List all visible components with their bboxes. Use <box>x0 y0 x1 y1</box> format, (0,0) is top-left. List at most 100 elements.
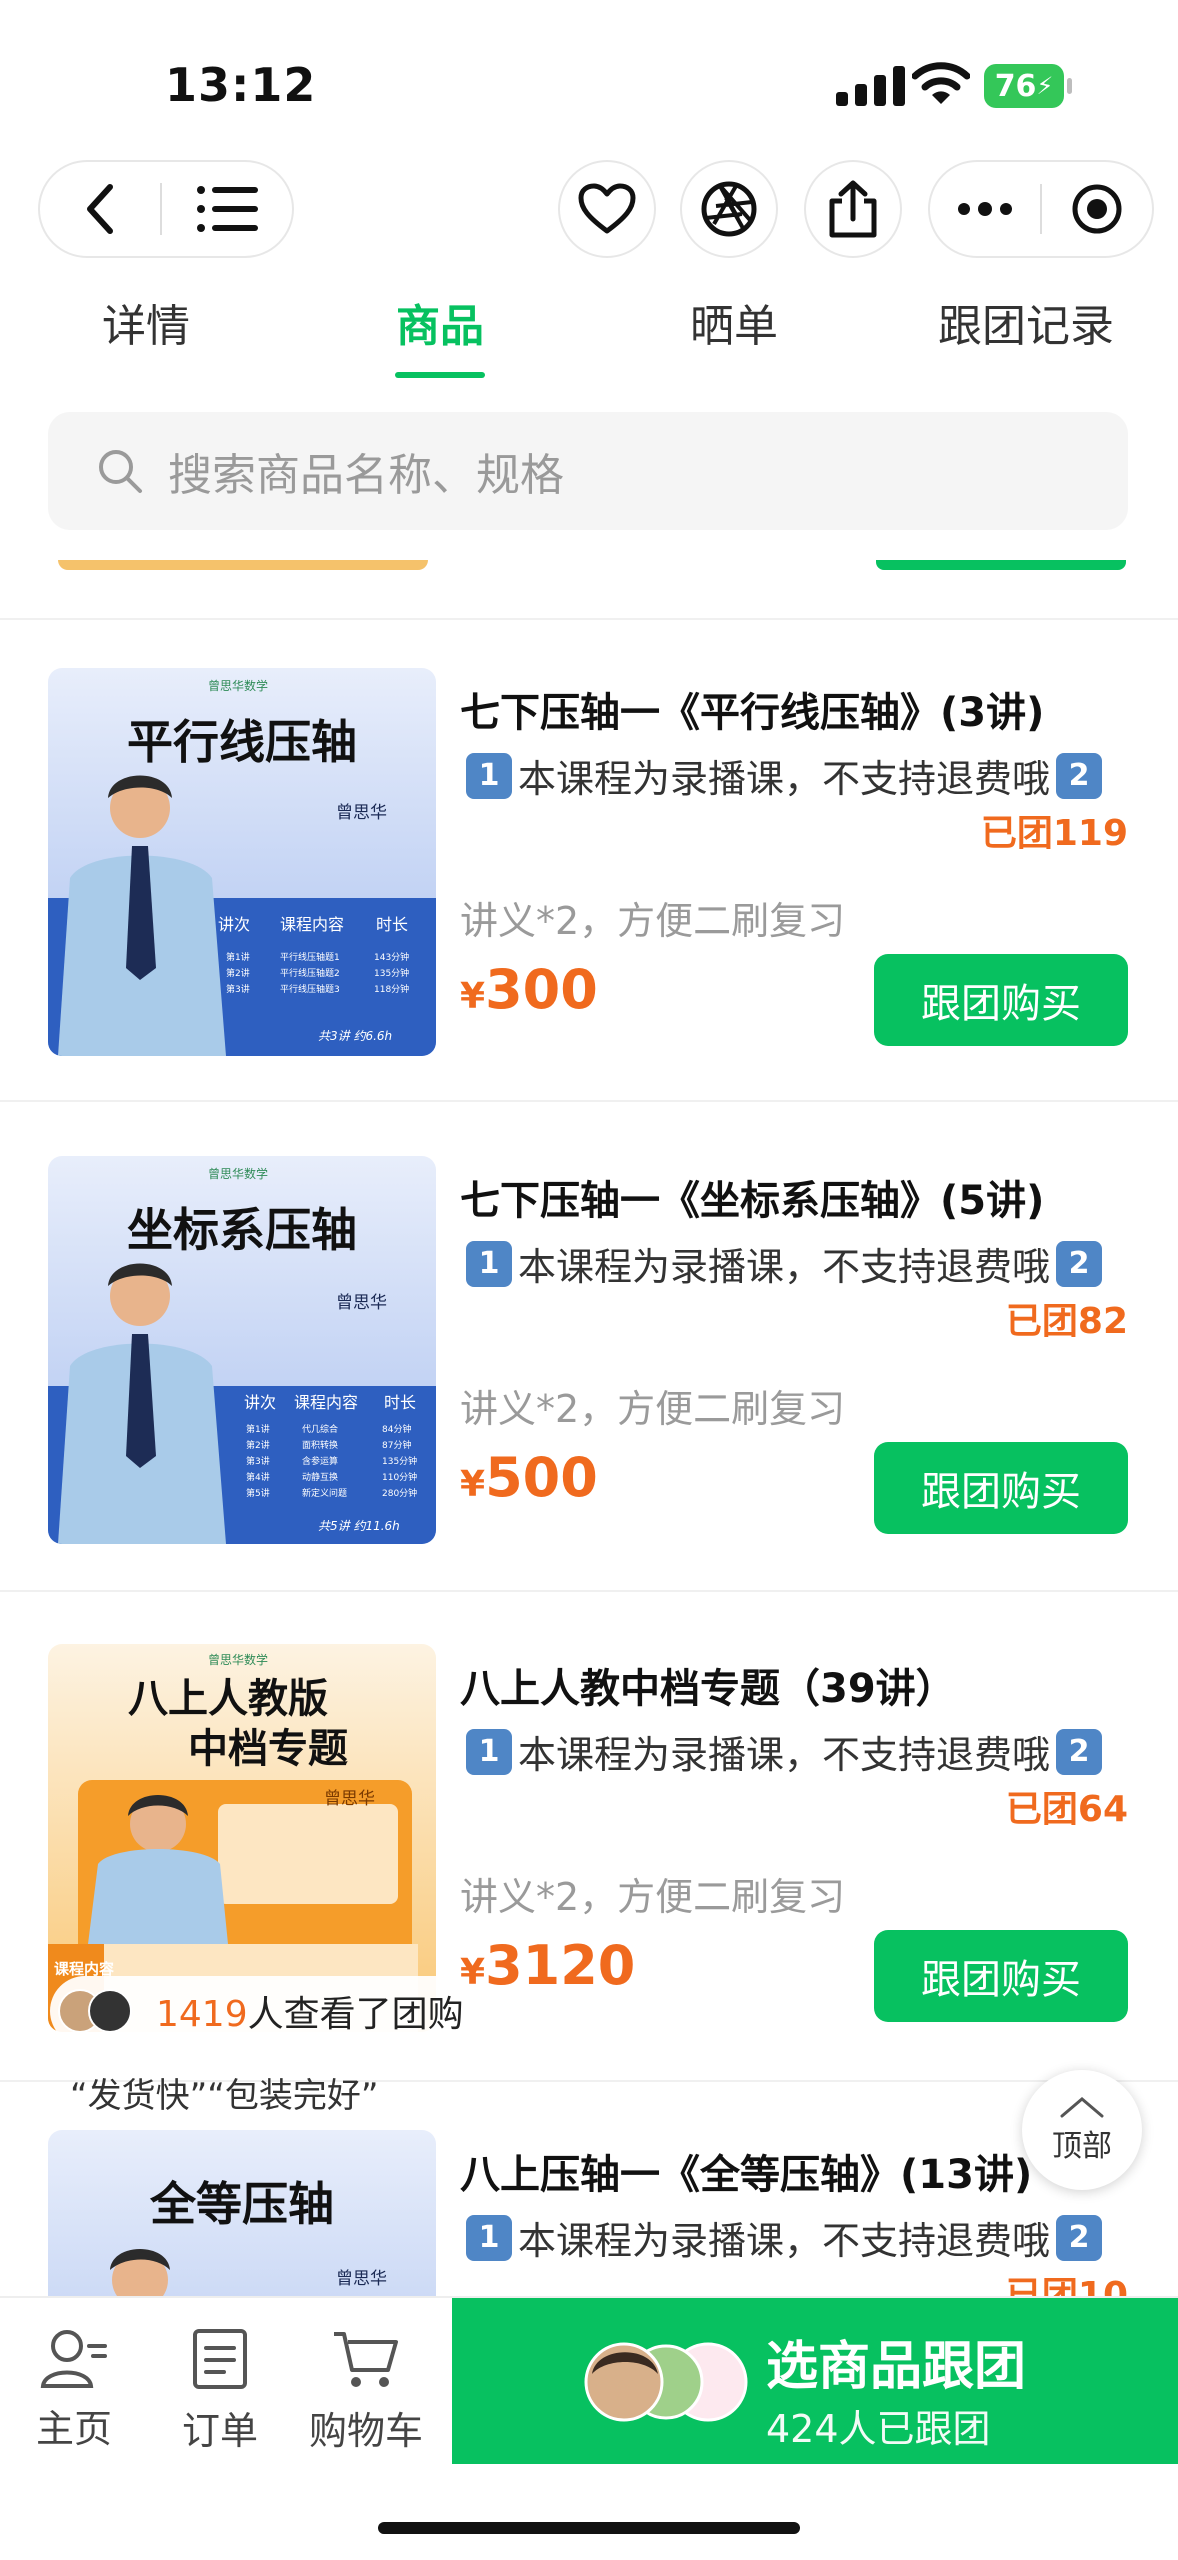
brand-logo: 曾思华数学 <box>208 1166 268 1181</box>
review-quote: “发货快”“包装完好” <box>70 2076 379 2116</box>
product-thumbnail: 全等压轴 曾思华 <box>48 2130 436 2296</box>
teacher-name: 曾思华 <box>324 1789 375 1809</box>
teacher-name: 曾思华 <box>336 1293 387 1313</box>
viewer-text: 1419人查看了团购 <box>156 1985 464 2037</box>
nav-home[interactable]: 主页 <box>4 2328 144 2453</box>
share-moments-button[interactable] <box>680 160 778 258</box>
thumbnail-footer: 共3讲 约6.6h <box>318 1029 392 1043</box>
close-mini-program-button[interactable] <box>1042 161 1152 257</box>
description-text: 本课程为录播课，不支持退费哦 <box>518 2219 1051 2263</box>
product-thumbnail: 曾思华数学 八上人教版 中档专题 曾思华 课程内容 <box>48 1644 436 2032</box>
top-navigation <box>0 160 1178 260</box>
product-card[interactable]: 全等压轴 曾思华 八上压轴一《全等压轴》(13讲) 1 本课程为录播课，不支持退费… <box>0 2098 1178 2296</box>
chevron-left-icon <box>87 184 113 234</box>
viewer-count-badge: 1419人查看了团购 <box>50 1976 480 2046</box>
table-cell: 新定义问题 <box>302 1487 347 1499</box>
heart-icon <box>578 183 636 234</box>
group-count: 已团82 <box>1005 1301 1128 1342</box>
thumbnail-footer: 共5讲 约11.6h <box>318 1519 400 1533</box>
more-icon <box>958 202 1012 216</box>
signal-icon <box>836 66 905 106</box>
product-description: 1 本课程为录播课，不支持退费哦 2 <box>460 1724 1108 1779</box>
previous-item-button-edge[interactable] <box>876 560 1126 570</box>
charging-icon: ⚡ <box>1036 72 1054 100</box>
price-value: 300 <box>485 958 598 1021</box>
product-card[interactable]: 曾思华数学 平行线压轴 曾思华 讲次 课程内容 时长 第1讲 平行线压轴题1 1… <box>0 636 1178 1076</box>
table-cell: 面积转换 <box>302 1439 338 1451</box>
share-button[interactable] <box>804 160 902 258</box>
home-indicator <box>378 2522 800 2534</box>
price-value: 500 <box>485 1446 598 1509</box>
thumbnail-subheading: 中档专题 <box>188 1726 348 1772</box>
select-products-join-group-button[interactable]: 选商品跟团 424人已跟团 <box>452 2298 1178 2464</box>
table-header-1: 讲次 <box>218 915 250 934</box>
bottom-bar: 主页 订单 购物车 选商品跟团 424人已跟团 <box>0 2296 1178 2560</box>
back-to-top-button[interactable]: 顶部 <box>1022 2070 1142 2190</box>
number-badge-icon: 2 <box>1056 1240 1103 1287</box>
tab-bar: 详情 商品 晒单 跟团记录 <box>0 280 1178 380</box>
product-note: 讲义*2，方便二刷复习 <box>460 1387 846 1431</box>
table-cell: 118分钟 <box>374 983 409 995</box>
table-cell: 110分钟 <box>382 1471 417 1483</box>
group-member-avatars <box>584 2342 748 2422</box>
product-thumbnail: 曾思华数学 坐标系压轴 曾思华 讲次 课程内容 时长 第1讲 代几综合 84分钟… <box>48 1156 436 1544</box>
table-cell: 135分钟 <box>382 1455 417 1467</box>
aperture-icon <box>701 181 757 237</box>
more-button[interactable] <box>930 161 1040 257</box>
buy-button[interactable]: 跟团购买 <box>874 1930 1128 2022</box>
nav-orders[interactable]: 订单 <box>150 2328 290 2455</box>
back-to-top-label: 顶部 <box>1052 2129 1112 2164</box>
table-cell: 135分钟 <box>374 967 409 979</box>
chevron-up-icon <box>1060 2097 1104 2118</box>
group-count: 已团64 <box>1005 1789 1128 1830</box>
table-cell: 平行线压轴题1 <box>280 951 340 963</box>
user-icon <box>40 2330 107 2388</box>
table-cell: 第1讲 <box>246 1423 270 1435</box>
table-cell: 含参运算 <box>302 1455 338 1467</box>
order-icon <box>193 2329 247 2389</box>
thumbnail-heading: 平行线压轴 <box>127 715 357 769</box>
nav-cart-label: 购物车 <box>308 2409 423 2453</box>
cta-subtitle: 424人已跟团 <box>766 2407 991 2451</box>
product-card[interactable]: 曾思华数学 坐标系压轴 曾思华 讲次 课程内容 时长 第1讲 代几综合 84分钟… <box>0 1124 1178 1564</box>
favorite-button[interactable] <box>558 160 656 258</box>
table-cell: 第2讲 <box>226 967 250 979</box>
description-text: 本课程为录播课，不支持退费哦 <box>518 1245 1051 1289</box>
group-count: 已团119 <box>980 813 1128 854</box>
search-placeholder: 搜索商品名称、规格 <box>168 450 564 501</box>
brand-logo: 曾思华数学 <box>208 678 268 693</box>
tab-group-records[interactable]: 跟团记录 <box>938 290 1114 354</box>
tab-products[interactable]: 商品 <box>396 290 484 354</box>
wifi-icon <box>912 62 970 104</box>
battery-indicator: 76 ⚡ <box>984 64 1072 108</box>
brand-logo: 曾思华数学 <box>208 1652 268 1667</box>
description-text: 本课程为录播课，不支持退费哦 <box>518 1733 1051 1777</box>
number-badge-icon: 1 <box>466 1728 512 1775</box>
menu-button[interactable] <box>162 161 292 257</box>
number-badge-icon: 2 <box>1056 2214 1103 2261</box>
teacher-name: 曾思华 <box>336 803 387 823</box>
viewer-count: 1419 <box>156 1994 248 2035</box>
share-icon <box>829 180 877 238</box>
number-badge-icon: 1 <box>466 752 512 799</box>
product-price: ¥300 <box>460 958 598 1021</box>
table-header-3: 时长 <box>376 915 408 934</box>
product-description: 1 本课程为录播课，不支持退费哦 2 <box>460 748 1108 803</box>
viewer-label: 人查看了团购 <box>247 1994 464 2035</box>
product-note: 讲义*2，方便二刷复习 <box>460 899 846 943</box>
buy-button[interactable]: 跟团购买 <box>874 1442 1128 1534</box>
back-button[interactable] <box>40 161 160 257</box>
buy-button[interactable]: 跟团购买 <box>874 954 1128 1046</box>
page: { "status_bar": {"time": "13:12", "batte… <box>0 0 1178 2560</box>
tab-reviews[interactable]: 晒单 <box>690 290 778 354</box>
nav-orders-label: 订单 <box>181 2409 258 2453</box>
product-price: ¥3120 <box>460 1934 635 1997</box>
number-badge-icon: 1 <box>466 1240 512 1287</box>
number-badge-icon: 2 <box>1056 752 1103 799</box>
thumbnail-heading: 八上人教版 <box>128 1676 328 1722</box>
table-cell: 平行线压轴题3 <box>280 983 340 995</box>
search-bar[interactable]: 搜索商品名称、规格 <box>48 412 1128 530</box>
table-cell: 87分钟 <box>382 1439 411 1451</box>
nav-cart[interactable]: 购物车 <box>296 2328 436 2455</box>
tab-details[interactable]: 详情 <box>102 290 190 354</box>
